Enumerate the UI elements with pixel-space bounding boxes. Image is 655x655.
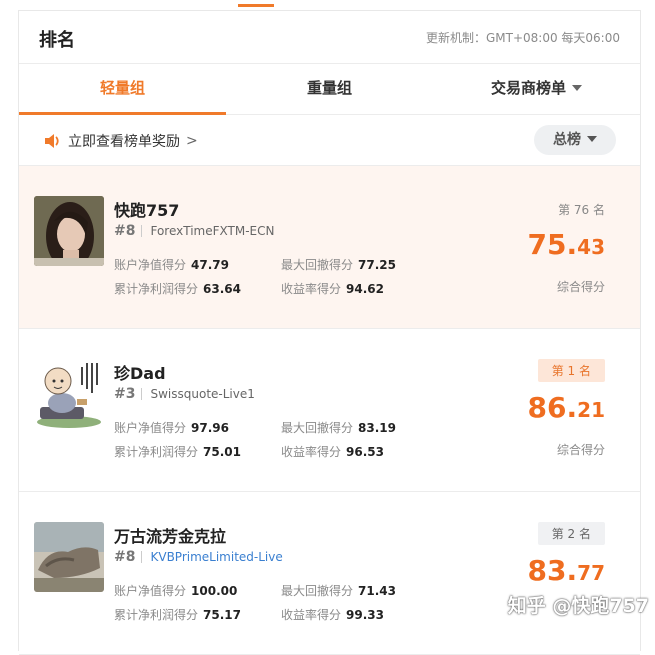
divider bbox=[141, 225, 143, 237]
composite-score: 75.43 bbox=[527, 228, 605, 261]
group-tabs: 轻量组 重量组 交易商榜单 bbox=[19, 64, 640, 115]
chevron-down-icon bbox=[587, 136, 597, 142]
ranking-card[interactable]: 珍Dad #3 Swissquote-Live1 账户净值得分 97.96 最大回… bbox=[19, 329, 640, 492]
stat-equity: 账户净值得分 47.79 bbox=[114, 258, 229, 272]
stat-drawdown: 最大回撤得分 83.19 bbox=[281, 421, 396, 435]
composite-score-label: 综合得分 bbox=[556, 280, 605, 294]
stat-net-profit: 累计净利润得分 63.64 bbox=[114, 282, 241, 296]
page-title: 排名 bbox=[39, 30, 75, 51]
stat-return-rate: 收益率得分 96.53 bbox=[281, 445, 384, 459]
view-rewards-link[interactable]: 立即查看榜单奖励 > bbox=[43, 131, 198, 151]
rank-broker-line: #8 ForexTimeFXTM-ECN bbox=[114, 223, 274, 239]
update-schedule-text: 更新机制：GMT+08:00 每天06:00 bbox=[425, 31, 620, 45]
panel-header: 排名 更新机制：GMT+08:00 每天06:00 bbox=[19, 11, 640, 64]
tab-broker-ranking[interactable]: 交易商榜单 bbox=[433, 64, 640, 114]
tab-label: 重量组 bbox=[306, 79, 352, 97]
stat-equity: 账户净值得分 97.96 bbox=[114, 421, 229, 435]
stat-return-rate: 收益率得分 94.62 bbox=[281, 282, 384, 296]
chevron-down-icon bbox=[572, 84, 582, 91]
stat-drawdown: 最大回撤得分 77.25 bbox=[281, 258, 396, 272]
broker-server: ForexTimeFXTM-ECN bbox=[150, 224, 275, 238]
broker-server: Swissquote-Live1 bbox=[150, 387, 255, 401]
group-rank-number: #8 bbox=[114, 223, 136, 239]
broker-server-link[interactable]: KVBPrimeLimited-Live bbox=[150, 550, 282, 564]
composite-score: 83.77 bbox=[527, 554, 605, 587]
stat-drawdown: 最大回撤得分 71.43 bbox=[281, 584, 396, 598]
speaker-icon bbox=[45, 134, 59, 148]
dropdown-label: 总榜 bbox=[553, 132, 581, 148]
chevron-right-icon: > bbox=[186, 133, 198, 149]
top-accent-line bbox=[238, 4, 274, 7]
trader-name[interactable]: 快跑757 bbox=[114, 197, 179, 221]
ranking-panel: 排名 更新机制：GMT+08:00 每天06:00 轻量组 重量组 交易商榜单 … bbox=[18, 10, 641, 655]
avatar[interactable] bbox=[34, 196, 104, 266]
stat-return-rate: 收益率得分 99.33 bbox=[281, 608, 384, 622]
overall-place: 第 76 名 bbox=[558, 203, 605, 217]
overall-place-badge: 第 1 名 bbox=[537, 359, 605, 382]
ranking-card[interactable]: 快跑757 #8 ForexTimeFXTM-ECN 账户净值得分 47.79 最… bbox=[19, 166, 640, 329]
tab-label: 交易商榜单 bbox=[490, 79, 566, 97]
overall-ranking-dropdown[interactable]: 总榜 bbox=[534, 125, 616, 155]
stat-equity: 账户净值得分 100.00 bbox=[114, 584, 238, 598]
composite-score-label: 综合得分 bbox=[556, 443, 605, 457]
composite-score: 86.21 bbox=[527, 391, 605, 424]
avatar[interactable] bbox=[34, 359, 104, 429]
divider bbox=[141, 388, 143, 400]
tab-heavy-group[interactable]: 重量组 bbox=[226, 64, 433, 114]
group-rank-number: #8 bbox=[114, 549, 136, 565]
reward-bar: 立即查看榜单奖励 > 总榜 bbox=[19, 115, 640, 166]
tab-light-group[interactable]: 轻量组 bbox=[19, 64, 226, 115]
trader-name[interactable]: 万古流芳金克拉 bbox=[114, 523, 226, 547]
avatar[interactable] bbox=[34, 522, 104, 592]
rank-broker-line: #8 KVBPrimeLimited-Live bbox=[114, 549, 283, 565]
stat-net-profit: 累计净利润得分 75.17 bbox=[114, 608, 241, 622]
tab-label: 轻量组 bbox=[99, 79, 145, 97]
rewards-link-label: 立即查看榜单奖励 bbox=[68, 134, 180, 150]
watermark: 知乎 @快跑757 bbox=[507, 595, 649, 617]
rank-broker-line: #3 Swissquote-Live1 bbox=[114, 386, 255, 402]
overall-place-badge: 第 2 名 bbox=[537, 522, 605, 545]
trader-name[interactable]: 珍Dad bbox=[114, 360, 166, 384]
group-rank-number: #3 bbox=[114, 386, 136, 402]
stat-net-profit: 累计净利润得分 75.01 bbox=[114, 445, 241, 459]
ranking-card[interactable]: 万古流芳金克拉 #8 KVBPrimeLimited-Live 账户净值得分 10… bbox=[19, 492, 640, 655]
divider bbox=[141, 551, 143, 563]
